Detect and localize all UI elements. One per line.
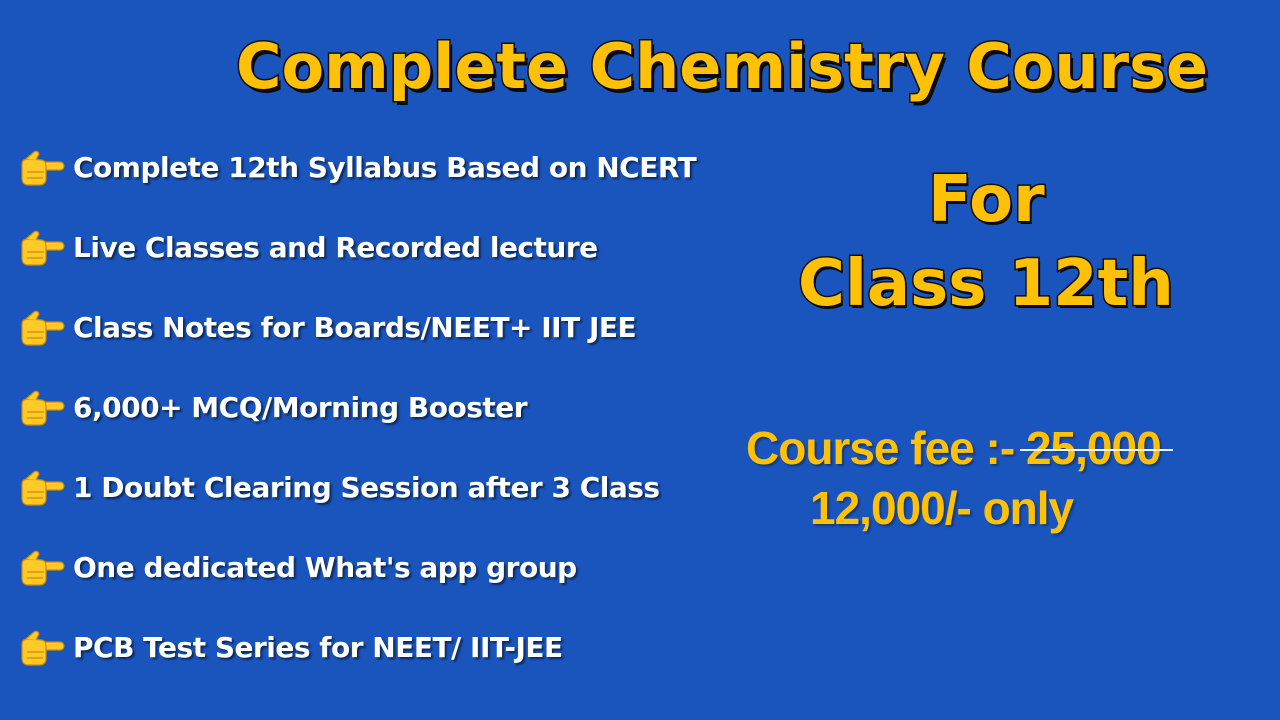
feature-item: PCB Test Series for NEET/ IIT-JEE <box>18 628 718 668</box>
class-label: Class 12th <box>797 246 1176 323</box>
feature-text: Class Notes for Boards/NEET+ IIT JEE <box>73 311 637 344</box>
pointing-hand-icon <box>21 230 65 266</box>
feature-item: 6,000+ MCQ/Morning Booster <box>18 388 718 428</box>
pointing-hand-icon <box>21 630 65 666</box>
feature-list: Complete 12th Syllabus Based on NCERT Li… <box>18 148 718 708</box>
feature-text: Live Classes and Recorded lecture <box>73 231 598 264</box>
pointing-hand-icon <box>21 310 65 346</box>
original-price-wrapper: 25,000 <box>1019 418 1173 478</box>
for-label: For <box>927 162 1047 239</box>
feature-text: One dedicated What's app group <box>73 551 577 584</box>
strikethrough-line <box>1019 449 1173 451</box>
pointing-hand-icon <box>21 550 65 586</box>
pointing-hand-icon <box>21 390 65 426</box>
feature-text: 6,000+ MCQ/Morning Booster <box>73 391 528 424</box>
feature-item: 1 Doubt Clearing Session after 3 Class <box>18 468 718 508</box>
course-fee: Course fee :- 25,000 <box>746 418 1173 478</box>
pointing-hand-icon <box>21 150 65 186</box>
feature-item: Class Notes for Boards/NEET+ IIT JEE <box>18 308 718 348</box>
original-price: 25,000 <box>1025 422 1162 474</box>
feature-item: One dedicated What's app group <box>18 548 718 588</box>
feature-text: PCB Test Series for NEET/ IIT-JEE <box>73 631 563 664</box>
page-title: Complete Chemistry Course <box>235 29 1210 105</box>
pointing-hand-icon <box>21 470 65 506</box>
feature-text: Complete 12th Syllabus Based on NCERT <box>73 151 697 184</box>
feature-text: 1 Doubt Clearing Session after 3 Class <box>73 471 660 504</box>
feature-item: Live Classes and Recorded lecture <box>18 228 718 268</box>
fee-label: Course fee :- <box>746 422 1015 474</box>
offer-price: 12,000/- only <box>810 482 1074 534</box>
feature-item: Complete 12th Syllabus Based on NCERT <box>18 148 718 188</box>
